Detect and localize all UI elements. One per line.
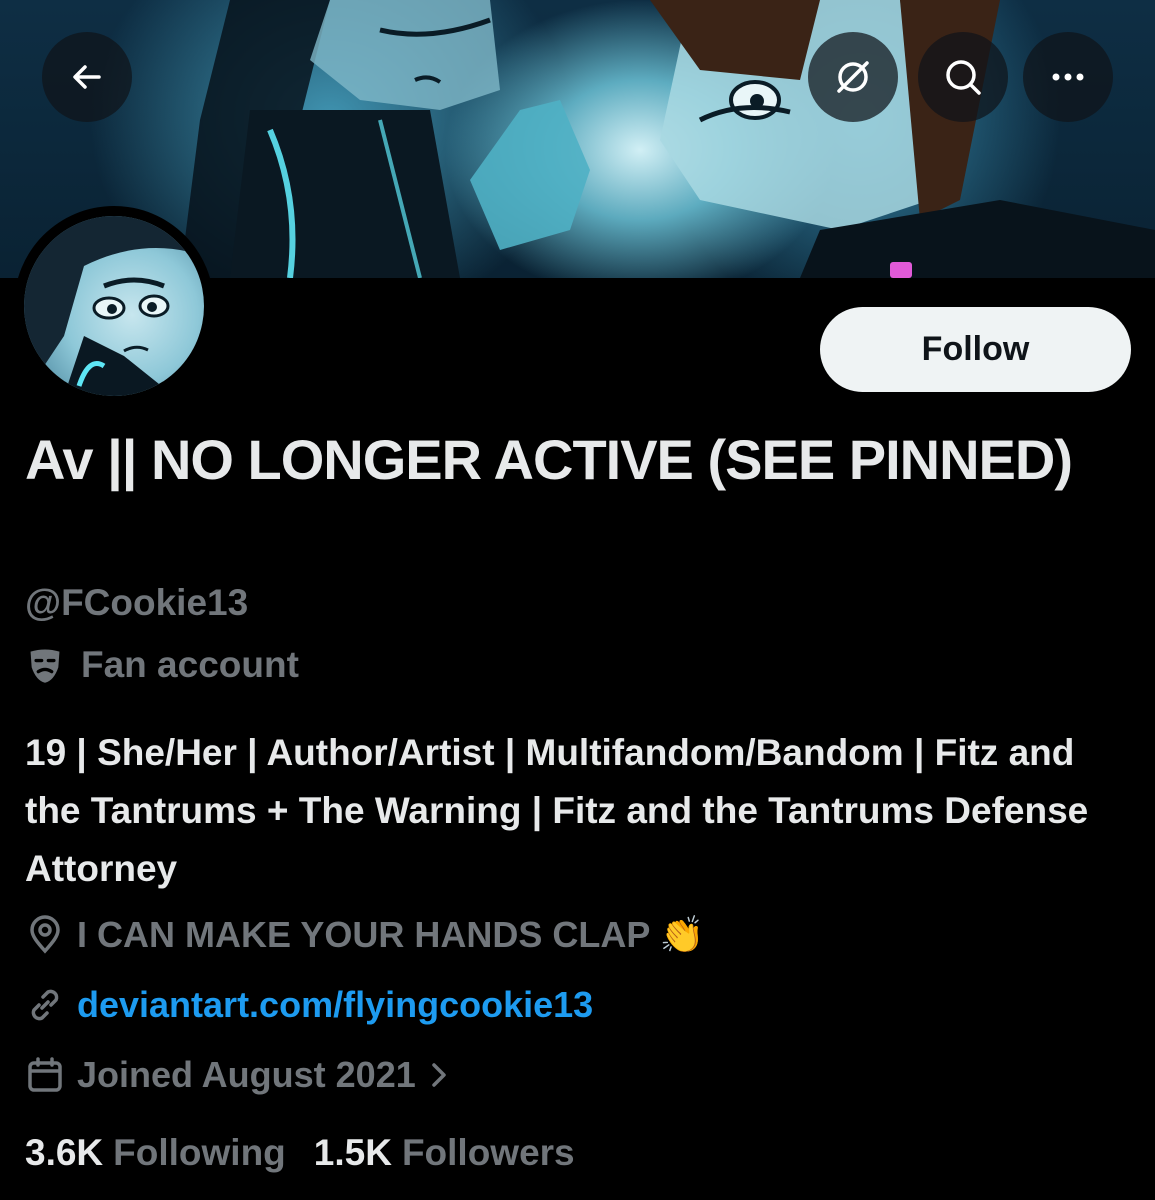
profile-category: Fan account: [25, 644, 299, 686]
location-pin-icon: [30, 915, 60, 954]
follow-button[interactable]: Follow: [820, 307, 1131, 392]
theater-mask-icon: [30, 649, 60, 683]
calendar-icon: [28, 1057, 62, 1092]
search-icon: [946, 60, 981, 95]
profile-stats: 3.6K Following 1.5K Followers: [25, 1132, 603, 1174]
followers-count: 1.5K: [313, 1132, 392, 1173]
joined-text: Joined August 2021: [77, 1054, 416, 1095]
category-label: Fan account: [81, 644, 299, 685]
avatar-image: [24, 216, 204, 396]
website-link[interactable]: deviantart.com/flyingcookie13: [77, 984, 593, 1026]
following-label: Following: [113, 1132, 286, 1173]
more-button[interactable]: [1023, 32, 1113, 122]
grok-icon: [837, 61, 869, 93]
grok-button[interactable]: [808, 32, 898, 122]
following-count: 3.6K: [25, 1132, 104, 1173]
avatar[interactable]: [14, 206, 214, 406]
profile-website: deviantart.com/flyingcookie13: [25, 984, 593, 1026]
chevron-right-icon: [432, 1063, 446, 1087]
following-link[interactable]: 3.6K Following: [25, 1132, 286, 1174]
link-icon: [31, 989, 59, 1021]
profile-handle: @FCookie13: [25, 582, 249, 623]
profile-bio: 19 | She/Her | Author/Artist | Multifand…: [25, 732, 1089, 889]
search-button[interactable]: [918, 32, 1008, 122]
profile-location: I CAN MAKE YOUR HANDS CLAP 👏: [25, 914, 705, 956]
profile-joined-date[interactable]: Joined August 2021: [25, 1054, 450, 1096]
back-button[interactable]: [42, 32, 132, 122]
followers-label: Followers: [401, 1132, 575, 1173]
arrow-left-icon: [73, 65, 101, 89]
followers-link[interactable]: 1.5K Followers: [314, 1132, 575, 1174]
more-horizontal-icon: [1052, 73, 1084, 81]
profile-display-name: Av || NO LONGER ACTIVE (SEE PINNED): [25, 428, 1073, 491]
location-text: I CAN MAKE YOUR HANDS CLAP 👏: [77, 914, 705, 955]
